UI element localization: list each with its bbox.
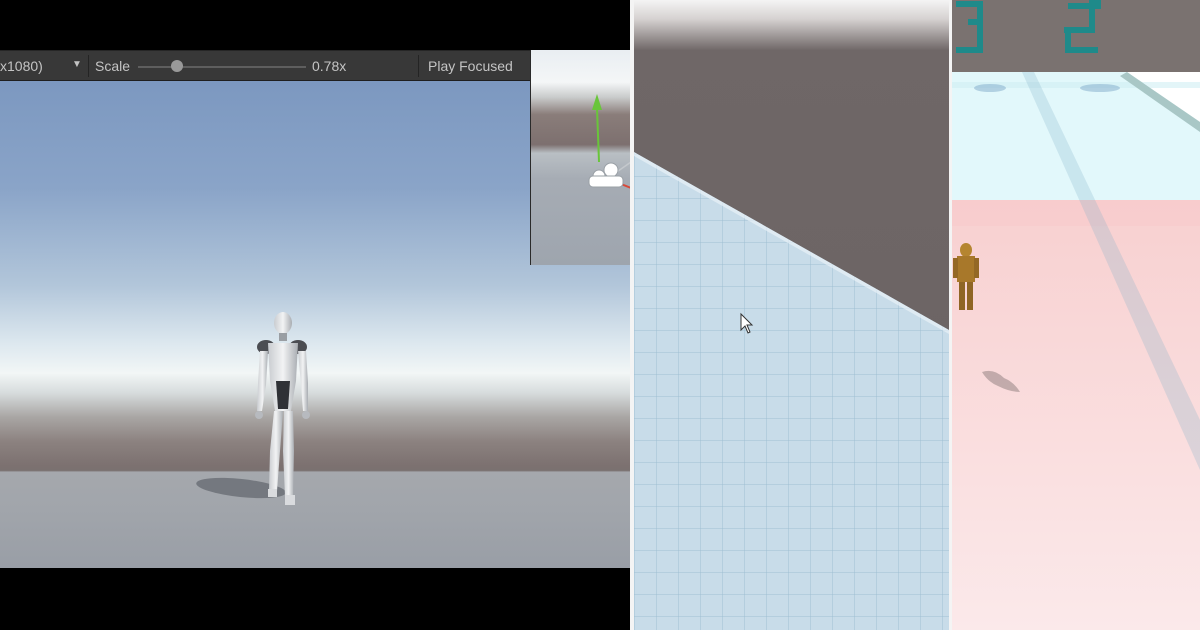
resolution-dropdown[interactable]: x1080) [0,58,60,74]
scale-slider-handle[interactable] [171,60,184,72]
scale-value: 0.78x [312,58,347,74]
letterbox-bottom [0,568,630,630]
camera-icon [588,162,624,188]
toolbar-separator [88,55,89,77]
scene-view-inset[interactable] [530,50,630,265]
scale-slider-track[interactable] [138,66,306,68]
unity-game-view-panel: x1080) ▼ Scale 0.78x Play Focused [0,0,630,630]
grid-floor[interactable] [634,0,949,630]
play-focused-dropdown[interactable]: Play Focused [428,58,513,74]
zone-scene-panel[interactable] [952,0,1200,630]
grid-floor-panel[interactable] [634,0,949,630]
move-gizmo-icon[interactable] [531,50,630,265]
chevron-down-icon[interactable]: ▼ [72,59,82,70]
robot-character [255,312,310,505]
toolbar-separator [418,55,419,77]
zone-scene[interactable] [952,0,1200,630]
composite-screenshot: x1080) ▼ Scale 0.78x Play Focused [0,0,1200,630]
scale-label: Scale [95,58,131,74]
